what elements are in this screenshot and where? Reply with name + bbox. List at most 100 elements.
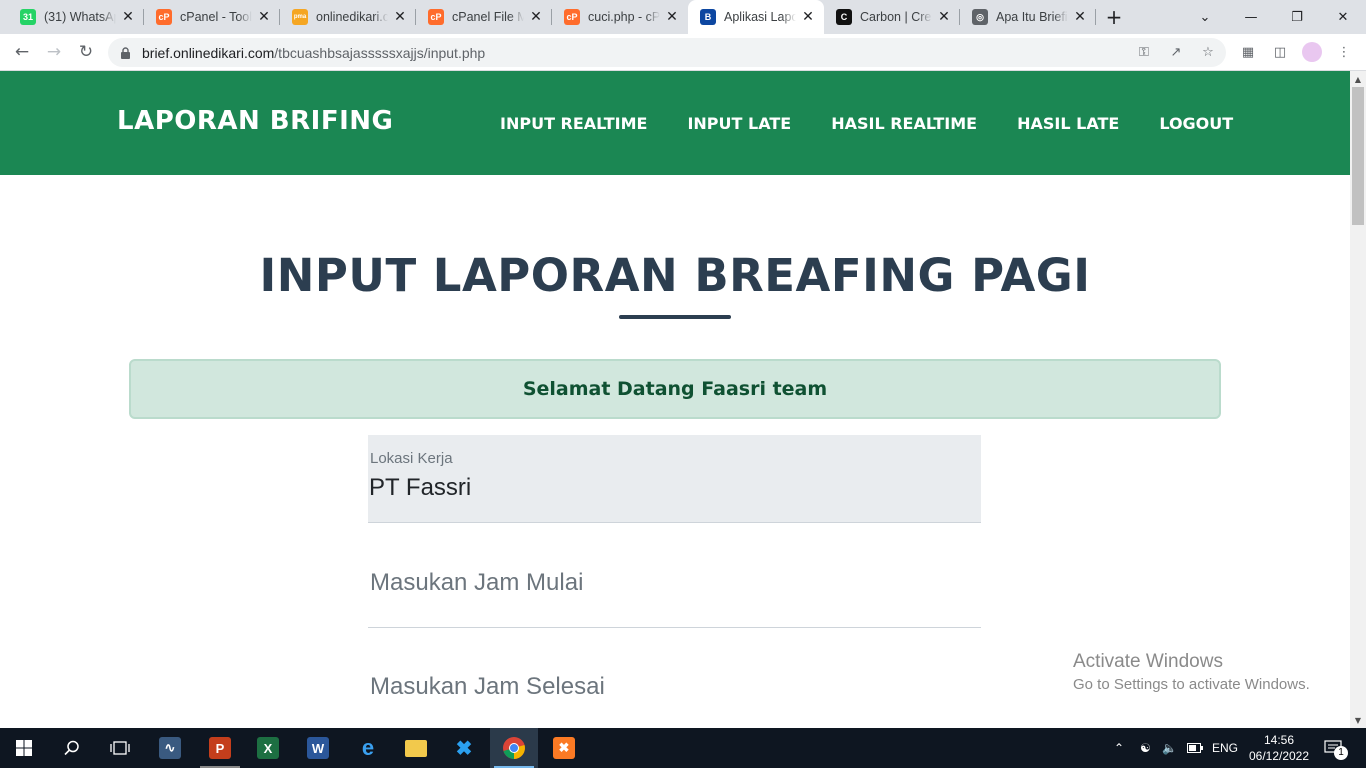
jam-selesai-input[interactable] <box>368 642 981 728</box>
edge-icon[interactable]: e <box>344 728 392 768</box>
system-clock[interactable]: 14:56 06/12/2022 <box>1246 732 1312 764</box>
cpanel-icon: cP <box>564 9 580 25</box>
page-title: INPUT LAPORAN BREAFING PAGI <box>259 249 1091 302</box>
close-tab-icon[interactable]: ✕ <box>1072 9 1088 25</box>
browser-tab-title: (31) WhatsApp <box>44 10 116 24</box>
windows-taskbar: ∿ P X W e ✖ ✖ ⌃ ☯ 🔈 ENG 14:56 06/12/2022… <box>0 728 1366 768</box>
browser-tab-title: cuci.php - cPanel <box>588 10 660 24</box>
share-icon[interactable]: ↗ <box>1166 42 1186 62</box>
browser-tab-title: Aplikasi Laporan <box>724 10 796 24</box>
language-indicator[interactable]: ENG <box>1212 728 1238 768</box>
browser-tab-title: Carbon | Create <box>860 10 932 24</box>
bootstrap-icon: B <box>700 9 716 25</box>
scroll-up-icon[interactable]: ▲ <box>1350 71 1366 87</box>
address-bar[interactable]: brief.onlinedikari.com/tbcuashbsajasssss… <box>108 38 1226 67</box>
extensions-icon[interactable]: ▦ <box>1238 42 1258 62</box>
nav-links: INPUT REALTIME INPUT LATE HASIL REALTIME… <box>500 114 1233 133</box>
close-tab-icon[interactable]: ✕ <box>936 9 952 25</box>
back-icon[interactable]: ← <box>8 38 36 66</box>
url-text: brief.onlinedikari.com/tbcuashbsajasssss… <box>142 45 485 61</box>
side-panel-icon[interactable]: ◫ <box>1270 42 1290 62</box>
forward-icon[interactable]: → <box>40 38 68 66</box>
browser-tab[interactable]: C Carbon | Create ✕ <box>824 0 960 34</box>
close-window-button[interactable]: ✕ <box>1320 0 1366 34</box>
activate-windows-watermark: Activate Windows Go to Settings to activ… <box>1073 651 1310 693</box>
lokasi-kerja-value: PT Fassri <box>369 474 472 501</box>
jam-mulai-input[interactable] <box>368 538 981 627</box>
lock-icon <box>120 46 132 59</box>
clock-date: 06/12/2022 <box>1248 749 1310 763</box>
profile-avatar[interactable] <box>1302 42 1322 62</box>
scrollbar-thumb[interactable] <box>1352 87 1364 225</box>
welcome-alert: Selamat Datang Faasri team <box>129 359 1221 419</box>
nav-logout[interactable]: LOGOUT <box>1159 114 1233 133</box>
browser-tab-title: Apa Itu Briefing <box>996 10 1068 24</box>
url-path: /tbcuashbsajasssssxajjs/input.php <box>274 44 486 61</box>
cpanel-icon: cP <box>156 9 172 25</box>
notification-center-icon[interactable]: 1 <box>1324 728 1348 768</box>
powerpoint-icon[interactable]: P <box>196 728 244 768</box>
close-tab-icon[interactable]: ✕ <box>392 9 408 25</box>
phpmyadmin-icon: pma <box>292 9 308 25</box>
tab-strip: 31 (31) WhatsApp ✕ cP cPanel - Tools ✕ pmaonli… <box>0 0 1096 34</box>
scroll-down-icon[interactable]: ▼ <box>1350 712 1366 728</box>
battery-icon[interactable] <box>1187 728 1203 768</box>
jam-mulai-field <box>368 538 981 628</box>
lokasi-kerja-field[interactable]: Lokasi Kerja PT Fassri <box>368 435 981 523</box>
reload-icon[interactable]: ↻ <box>72 38 100 66</box>
vscode-icon[interactable]: ✖ <box>440 728 488 768</box>
title-divider <box>619 315 731 319</box>
close-tab-icon[interactable]: ✕ <box>664 9 680 25</box>
browser-tab[interactable]: 31 (31) WhatsApp ✕ <box>8 0 144 34</box>
browser-tab-title: cPanel File Manager <box>452 10 524 24</box>
browser-tab[interactable]: cP cPanel - Tools ✕ <box>144 0 280 34</box>
chrome-icon[interactable] <box>490 728 538 768</box>
browser-tab[interactable]: cP cPanel File Manager ✕ <box>416 0 552 34</box>
maximize-button[interactable]: ❐ <box>1274 0 1320 34</box>
notification-badge: 1 <box>1334 746 1348 760</box>
close-tab-icon[interactable]: ✕ <box>120 9 136 25</box>
close-tab-icon[interactable]: ✕ <box>256 9 272 25</box>
browser-tab[interactable]: B Aplikasi Laporan ✕ <box>688 0 824 34</box>
nav-hasil-realtime[interactable]: HASIL REALTIME <box>831 114 977 133</box>
browser-tab[interactable]: cP cuci.php - cPanel ✕ <box>552 0 688 34</box>
url-host: brief.onlinedikari.com <box>142 44 275 61</box>
key-icon[interactable]: ⚿ <box>1134 42 1154 62</box>
excel-icon[interactable]: X <box>244 728 292 768</box>
task-view-icon[interactable] <box>96 728 144 768</box>
nav-hasil-late[interactable]: HASIL LATE <box>1017 114 1119 133</box>
close-tab-icon[interactable]: ✕ <box>528 9 544 25</box>
browser-tab[interactable]: pma onlinedikari.com ✕ <box>280 0 416 34</box>
browser-tab[interactable]: ◎ Apa Itu Briefing ✕ <box>960 0 1096 34</box>
close-tab-icon[interactable]: ✕ <box>800 9 816 25</box>
bookmark-star-icon[interactable]: ☆ <box>1198 42 1218 62</box>
cpanel-icon: cP <box>428 9 444 25</box>
new-tab-button[interactable]: + <box>1096 0 1132 34</box>
watermark-line1: Activate Windows <box>1073 651 1223 672</box>
minimize-button[interactable]: — <box>1228 0 1274 34</box>
jam-selesai-field <box>368 642 981 728</box>
nav-input-realtime[interactable]: INPUT REALTIME <box>500 114 647 133</box>
xampp-icon[interactable]: ✖ <box>540 728 588 768</box>
browser-tab-title: cPanel - Tools <box>180 10 252 24</box>
menu-kebab-icon[interactable]: ⋮ <box>1334 42 1354 62</box>
tray-chevron-icon[interactable]: ⌃ <box>1114 728 1124 768</box>
carbon-icon: C <box>836 9 852 25</box>
word-icon[interactable]: W <box>294 728 342 768</box>
sql-server-icon[interactable]: ∿ <box>146 728 194 768</box>
nav-input-late[interactable]: INPUT LATE <box>687 114 791 133</box>
site-brand[interactable]: LAPORAN BRIFING <box>117 106 393 136</box>
network-icon[interactable]: ☯ <box>1140 728 1151 768</box>
browser-tab-title: onlinedikari.com <box>316 10 388 24</box>
whatsapp-icon: 31 <box>20 9 36 25</box>
tab-search-icon[interactable]: ⌄ <box>1182 0 1228 34</box>
globe-icon: ◎ <box>972 9 988 25</box>
windows-start-icon[interactable] <box>0 728 48 768</box>
volume-icon[interactable]: 🔈 <box>1162 728 1177 768</box>
browser-tab-bar: 31 (31) WhatsApp ✕ cP cPanel - Tools ✕ pmaonli… <box>0 0 1366 34</box>
search-icon[interactable] <box>48 728 96 768</box>
file-explorer-icon[interactable] <box>392 728 440 768</box>
web-page: LAPORAN BRIFING INPUT REALTIME INPUT LAT… <box>0 71 1350 728</box>
welcome-alert-text: Selamat Datang Faasri team <box>522 378 828 400</box>
page-scrollbar[interactable]: ▲ ▼ <box>1350 71 1366 728</box>
